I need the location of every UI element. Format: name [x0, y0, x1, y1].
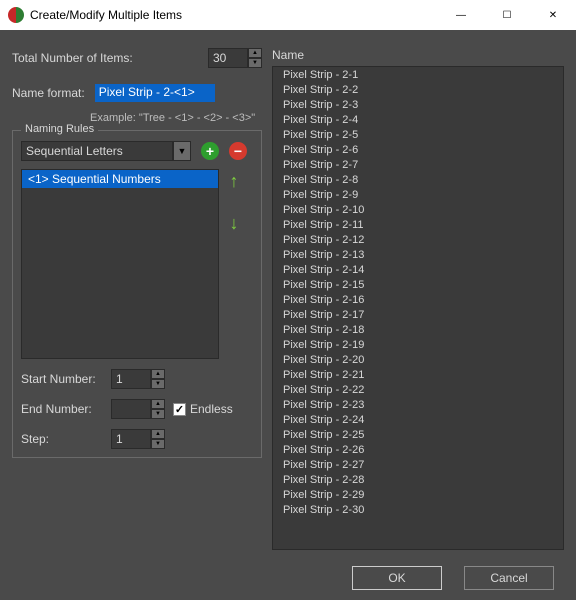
close-button[interactable]: ✕: [530, 0, 576, 30]
name-list-item[interactable]: Pixel Strip - 2-29: [273, 487, 563, 502]
name-list-item[interactable]: Pixel Strip - 2-22: [273, 382, 563, 397]
step-input[interactable]: [111, 429, 151, 449]
window-title: Create/Modify Multiple Items: [30, 8, 438, 22]
remove-rule-button[interactable]: −: [229, 142, 247, 160]
titlebar: Create/Modify Multiple Items — ☐ ✕: [0, 0, 576, 30]
name-format-example: Example: "Tree - <1> - <2> - <3>": [90, 112, 262, 124]
name-list-item[interactable]: Pixel Strip - 2-19: [273, 337, 563, 352]
naming-rules-legend: Naming Rules: [21, 123, 98, 135]
add-rule-button[interactable]: +: [201, 142, 219, 160]
app-icon: [8, 7, 24, 23]
start-number-input[interactable]: [111, 369, 151, 389]
name-list-item[interactable]: Pixel Strip - 2-21: [273, 367, 563, 382]
spin-up-icon[interactable]: ▲: [151, 399, 165, 409]
end-number-spinner[interactable]: ▲▼: [111, 399, 165, 419]
start-number-label: Start Number:: [21, 372, 103, 386]
name-list-item[interactable]: Pixel Strip - 2-13: [273, 247, 563, 262]
total-items-input[interactable]: [208, 48, 248, 68]
name-list-item[interactable]: Pixel Strip - 2-4: [273, 112, 563, 127]
start-number-spinner[interactable]: ▲▼: [111, 369, 165, 389]
naming-rules-group: Naming Rules Sequential Letters ▼ + − <1…: [12, 130, 262, 458]
rules-list-item[interactable]: <1> Sequential Numbers: [22, 170, 218, 188]
name-list-item[interactable]: Pixel Strip - 2-9: [273, 187, 563, 202]
name-list-item[interactable]: Pixel Strip - 2-8: [273, 172, 563, 187]
rule-type-dropdown[interactable]: Sequential Letters ▼: [21, 141, 191, 161]
total-items-label: Total Number of Items:: [12, 51, 133, 65]
step-label: Step:: [21, 432, 103, 446]
total-items-spinner[interactable]: ▲▼: [208, 48, 262, 68]
name-list-item[interactable]: Pixel Strip - 2-7: [273, 157, 563, 172]
name-list-item[interactable]: Pixel Strip - 2-20: [273, 352, 563, 367]
name-list-item[interactable]: Pixel Strip - 2-25: [273, 427, 563, 442]
name-list-item[interactable]: Pixel Strip - 2-30: [273, 502, 563, 517]
ok-button[interactable]: OK: [352, 566, 442, 590]
name-list[interactable]: Pixel Strip - 2-1Pixel Strip - 2-2Pixel …: [272, 66, 564, 550]
name-list-item[interactable]: Pixel Strip - 2-2: [273, 82, 563, 97]
name-list-item[interactable]: Pixel Strip - 2-17: [273, 307, 563, 322]
name-format-label: Name format:: [12, 86, 85, 100]
spin-up-icon[interactable]: ▲: [151, 369, 165, 379]
name-list-item[interactable]: Pixel Strip - 2-11: [273, 217, 563, 232]
name-list-item[interactable]: Pixel Strip - 2-6: [273, 142, 563, 157]
name-list-item[interactable]: Pixel Strip - 2-15: [273, 277, 563, 292]
name-list-item[interactable]: Pixel Strip - 2-24: [273, 412, 563, 427]
endless-checkbox[interactable]: ✓ Endless: [173, 402, 233, 416]
name-list-header: Name: [272, 48, 564, 62]
name-list-item[interactable]: Pixel Strip - 2-28: [273, 472, 563, 487]
endless-label: Endless: [190, 402, 233, 416]
cancel-button[interactable]: Cancel: [464, 566, 554, 590]
spin-down-icon[interactable]: ▼: [151, 439, 165, 449]
spin-up-icon[interactable]: ▲: [151, 429, 165, 439]
spin-down-icon[interactable]: ▼: [151, 409, 165, 419]
name-list-item[interactable]: Pixel Strip - 2-23: [273, 397, 563, 412]
end-number-label: End Number:: [21, 402, 103, 416]
name-list-item[interactable]: Pixel Strip - 2-27: [273, 457, 563, 472]
name-list-item[interactable]: Pixel Strip - 2-1: [273, 67, 563, 82]
spin-down-icon[interactable]: ▼: [151, 379, 165, 389]
name-list-item[interactable]: Pixel Strip - 2-14: [273, 262, 563, 277]
move-up-button[interactable]: ↑: [227, 169, 241, 193]
name-list-item[interactable]: Pixel Strip - 2-16: [273, 292, 563, 307]
step-spinner[interactable]: ▲▼: [111, 429, 165, 449]
minimize-button[interactable]: —: [438, 0, 484, 30]
rule-type-value: Sequential Letters: [21, 141, 173, 161]
name-list-item[interactable]: Pixel Strip - 2-18: [273, 322, 563, 337]
name-list-item[interactable]: Pixel Strip - 2-12: [273, 232, 563, 247]
end-number-input[interactable]: [111, 399, 151, 419]
move-down-button[interactable]: ↓: [227, 211, 241, 235]
rules-list[interactable]: <1> Sequential Numbers: [21, 169, 219, 359]
maximize-button[interactable]: ☐: [484, 0, 530, 30]
spin-up-icon[interactable]: ▲: [248, 48, 262, 58]
name-list-item[interactable]: Pixel Strip - 2-3: [273, 97, 563, 112]
name-list-item[interactable]: Pixel Strip - 2-10: [273, 202, 563, 217]
name-list-item[interactable]: Pixel Strip - 2-5: [273, 127, 563, 142]
name-format-input[interactable]: Pixel Strip - 2-<1>: [95, 84, 215, 102]
chevron-down-icon[interactable]: ▼: [173, 141, 191, 161]
checkmark-icon: ✓: [173, 403, 186, 416]
spin-down-icon[interactable]: ▼: [248, 58, 262, 68]
name-list-item[interactable]: Pixel Strip - 2-26: [273, 442, 563, 457]
